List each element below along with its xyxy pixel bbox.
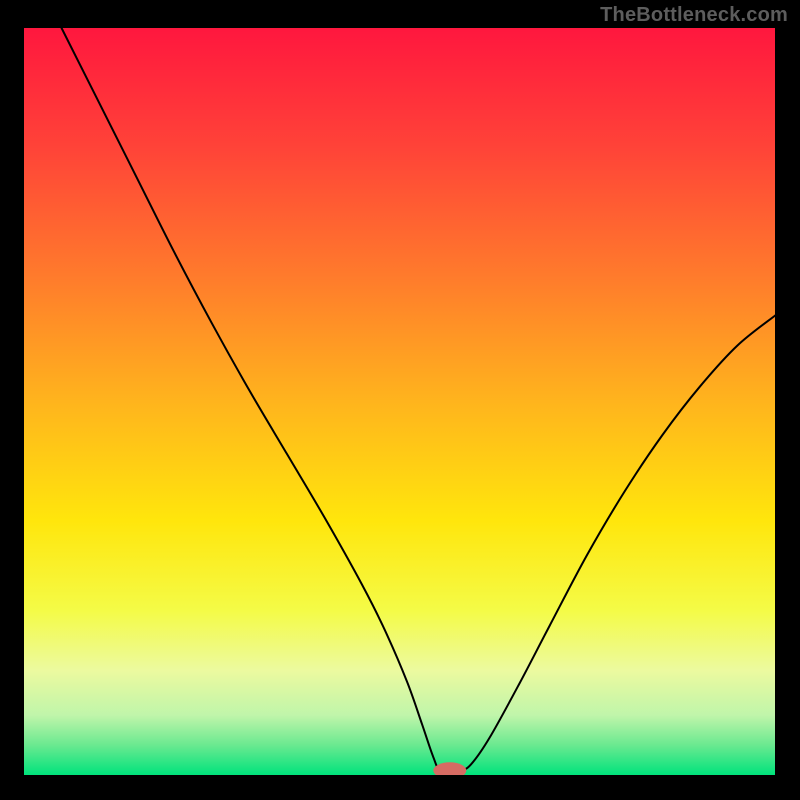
watermark-label: TheBottleneck.com [600, 4, 788, 27]
bottleneck-chart [24, 28, 775, 775]
plot-frame [24, 28, 775, 775]
chart-root: TheBottleneck.com [0, 0, 800, 800]
